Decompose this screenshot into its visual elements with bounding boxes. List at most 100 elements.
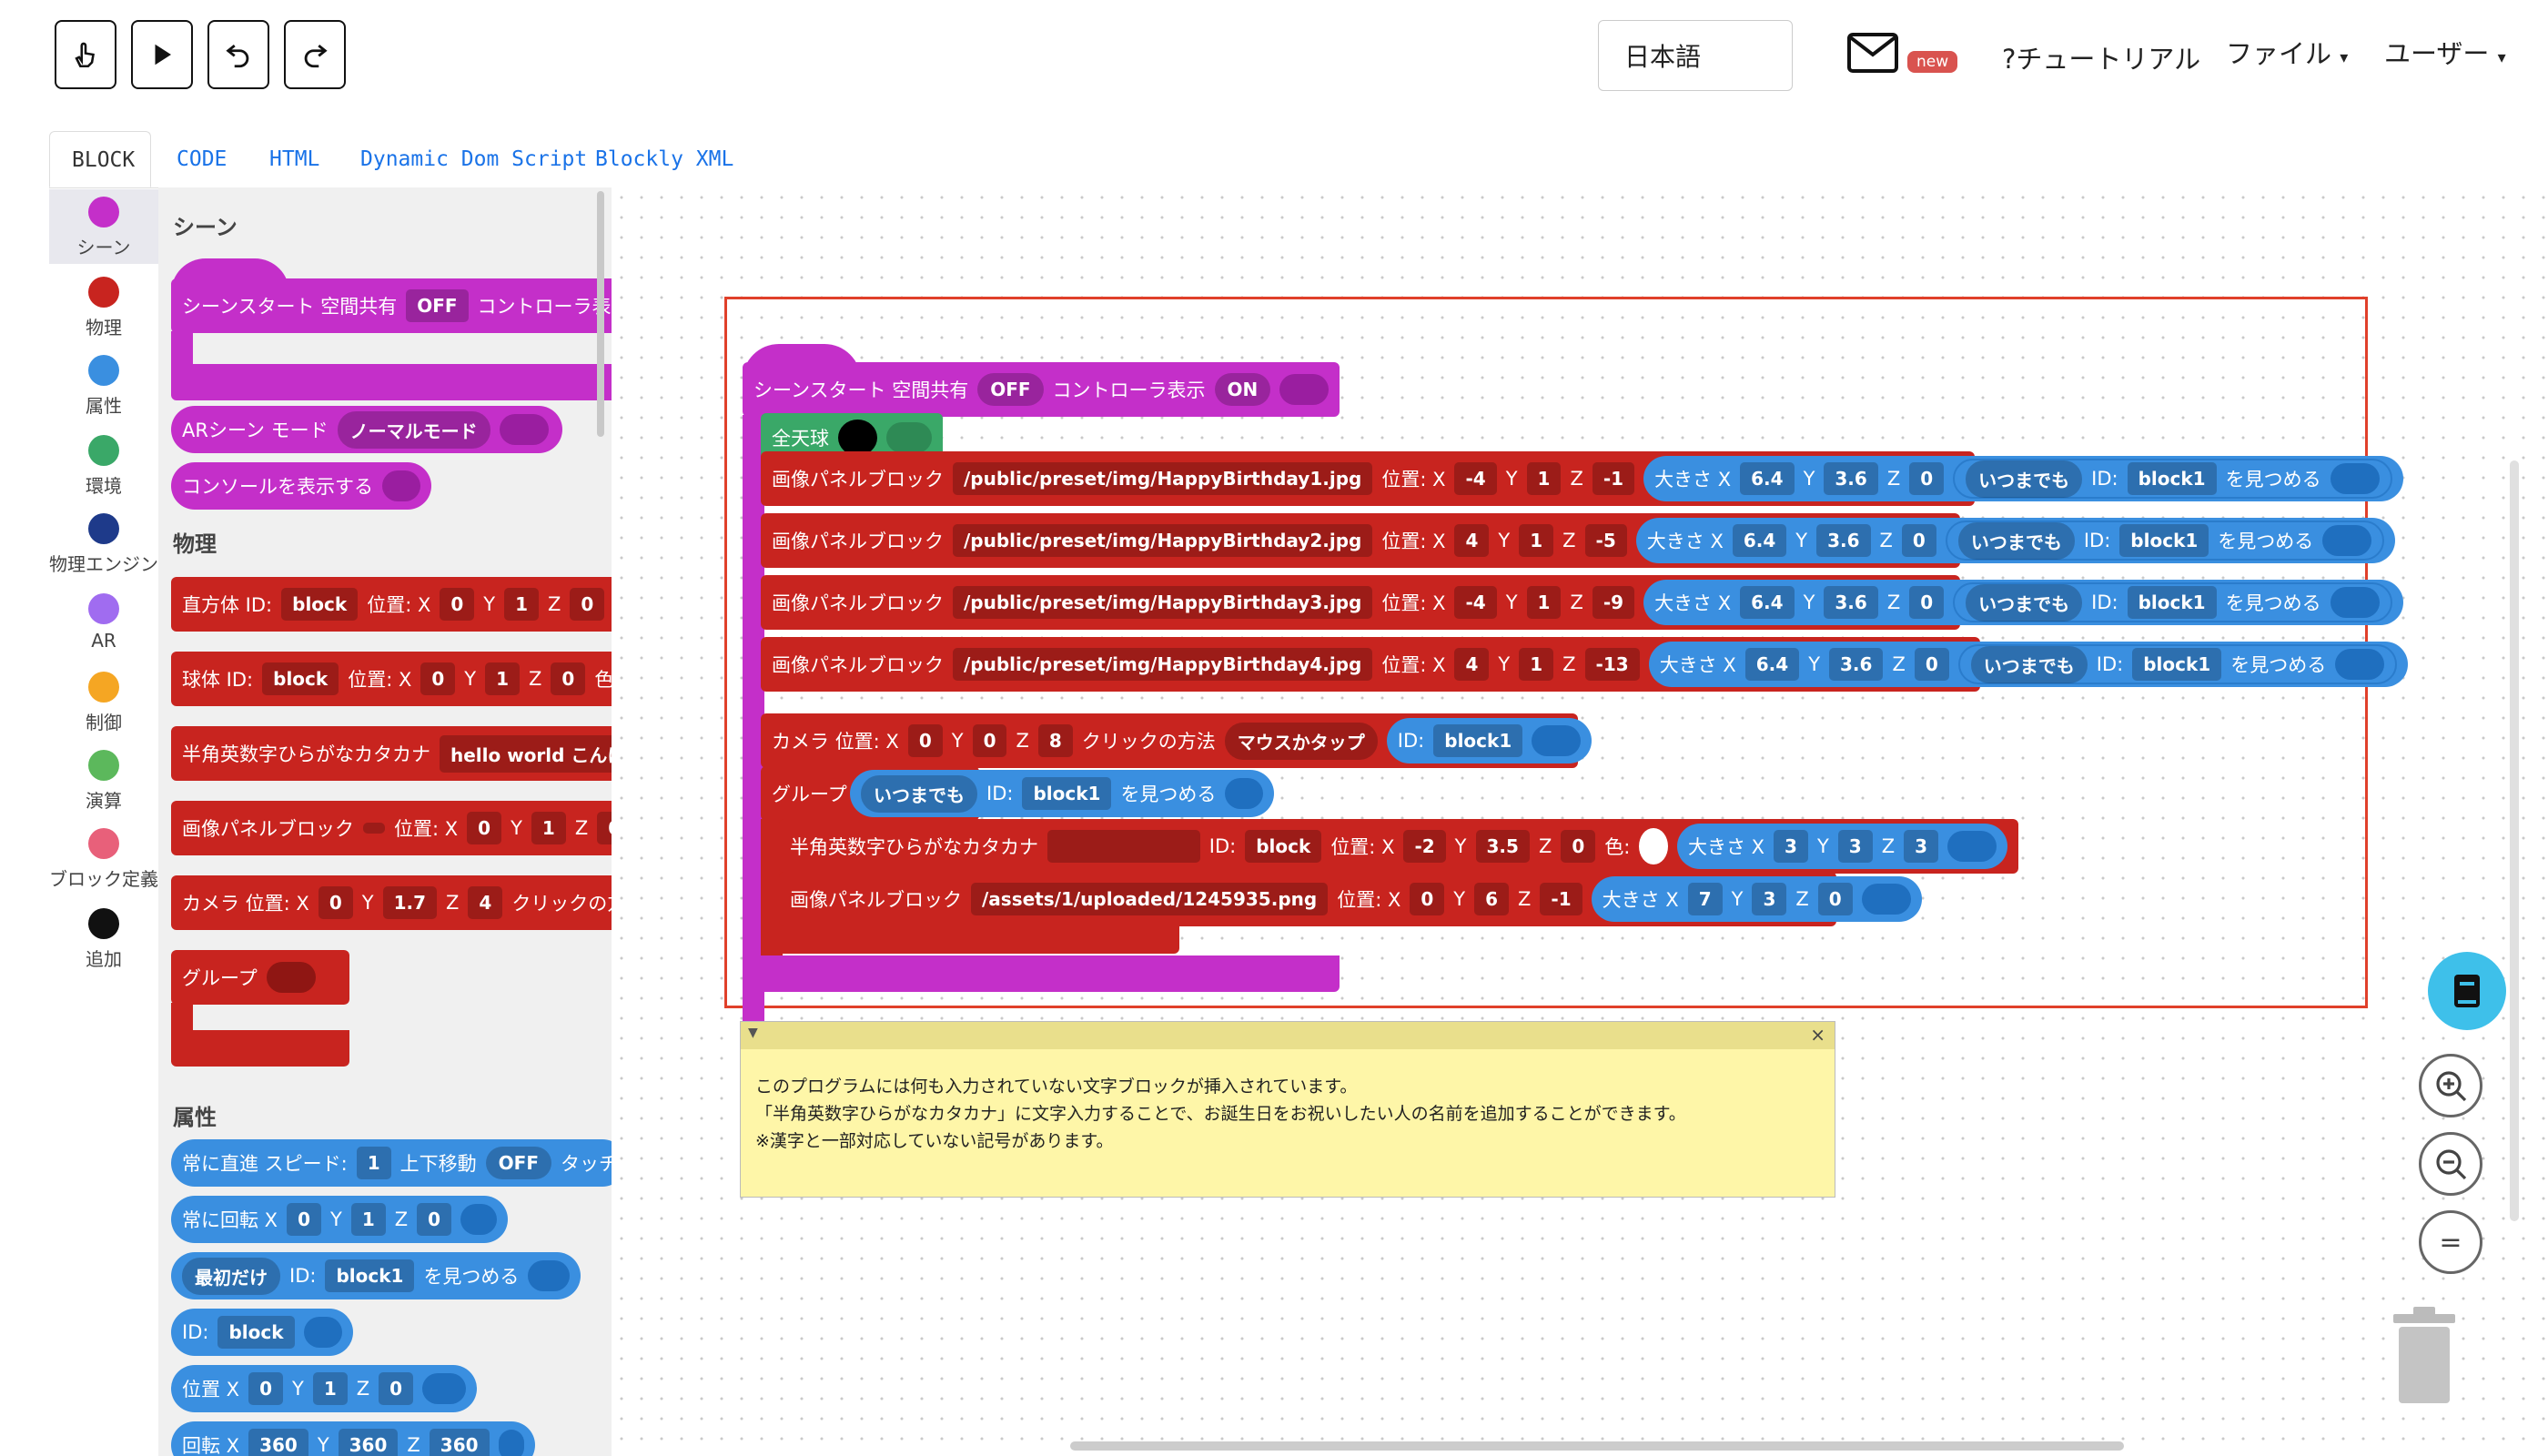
duration-dropdown[interactable]: いつまでも [1957, 521, 2075, 560]
x-field[interactable]: 4 [1454, 524, 1490, 557]
tab-block[interactable]: BLOCK [49, 131, 151, 187]
trash-can[interactable] [2390, 1307, 2459, 1407]
image-panel-block[interactable]: 画像パネルブロック位置: X0Y1Z0 [171, 801, 612, 855]
category-physics[interactable]: 物理 [49, 277, 158, 339]
text-block[interactable]: 半角英数字ひらがなカタカナhello world こんにちは [171, 726, 612, 781]
category-add[interactable]: 追加 [49, 908, 158, 971]
group-look-at-pill[interactable]: いつまでも ID: block1 を見つめる [850, 770, 1274, 817]
redo-button[interactable] [284, 20, 346, 89]
target-id-field[interactable]: block1 [2127, 462, 2217, 495]
z-field[interactable]: -9 [1592, 586, 1635, 619]
user-menu[interactable]: ユーザー ▾ [2384, 33, 2506, 71]
size-look-pill[interactable]: 大きさ X 6.4 Y 3.6 Z 0 いつまでも ID: block1 を見つめる [1635, 518, 2396, 563]
image-path-field[interactable]: /public/preset/img/HappyBirthday4.jpg [953, 648, 1373, 681]
y-field[interactable]: 1 [1519, 524, 1554, 557]
size-y-field[interactable]: 3.6 [1829, 648, 1884, 681]
look-at-pill[interactable]: いつまでも ID: block1 を見つめる [1945, 521, 2385, 561]
comment-note[interactable]: ▼ × このプログラムには何も入力されていない文字ブロックが挿入されています。 … [740, 1021, 1835, 1198]
flyout-scrollbar[interactable] [597, 191, 604, 437]
tab-blockly-xml[interactable]: Blockly XML [595, 131, 733, 187]
x-field[interactable]: -4 [1454, 586, 1497, 619]
category-attribute[interactable]: 属性 [49, 355, 158, 418]
text-size-pill[interactable]: 大きさ X3Y3Z3 [1676, 824, 2007, 869]
workspace-horizontal-scrollbar[interactable] [1070, 1441, 2124, 1451]
category-math[interactable]: 演算 [49, 750, 158, 813]
category-environment[interactable]: 環境 [49, 435, 158, 498]
ar-scene-block[interactable]: ARシーン モード ノーマルモード [171, 406, 562, 453]
size-look-pill[interactable]: 大きさ X 6.4 Y 3.6 Z 0 いつまでも ID: block1 を見つめる [1643, 580, 2403, 625]
language-select[interactable]: 日本語 [1598, 20, 1793, 91]
zoom-in-button[interactable] [2419, 1054, 2482, 1117]
scene-start-block[interactable]: シーンスタート 空間共有OFFコントローラ表示 [171, 278, 612, 333]
size-look-pill[interactable]: 大きさ X 6.4 Y 3.6 Z 0 いつまでも ID: block1 を見つめる [1648, 642, 2409, 687]
camera-block[interactable]: カメラ 位置: X0Y1.7Z4クリックの方法 [171, 875, 612, 930]
y-field[interactable]: 1 [1519, 648, 1554, 681]
z-field[interactable]: -13 [1584, 648, 1640, 681]
z-field[interactable]: -1 [1592, 462, 1635, 495]
look-at-pill[interactable]: いつまでも ID: block1 を見つめる [1957, 644, 2398, 684]
toggle[interactable] [2330, 463, 2380, 494]
duration-dropdown[interactable]: いつまでも [1966, 460, 2083, 498]
target-id-field[interactable]: block1 [2132, 648, 2222, 681]
category-ar[interactable]: AR [49, 593, 158, 652]
book-button[interactable] [2428, 952, 2506, 1030]
image-path-field[interactable]: /public/preset/img/HappyBirthday2.jpg [953, 524, 1373, 557]
category-scene[interactable]: シーン [49, 189, 158, 264]
category-control[interactable]: 制御 [49, 672, 158, 734]
text-block[interactable]: 半角英数字ひらがなカタカナ ID: block 位置: X -2 Y 3.5 Z 0 色: 大きさ… [779, 819, 2018, 874]
camera-block[interactable]: カメラ 位置: X 0 Y 0 Z 8 クリックの方法 マウスかタップ ID: block1 [761, 713, 1592, 768]
close-icon[interactable]: × [1810, 1024, 1825, 1046]
always-rotate-block[interactable]: 常に回転 X0Y1Z0 [171, 1196, 508, 1243]
tab-dynamic-dom-script[interactable]: Dynamic Dom Script [360, 131, 587, 187]
tab-code[interactable]: CODE [177, 131, 227, 187]
target-id-field[interactable]: block1 [2119, 524, 2209, 557]
scene-start-block[interactable]: シーンスタート 空間共有 OFF コントローラ表示 ON [743, 362, 1340, 417]
camera-target-pill[interactable]: ID: block1 [1386, 718, 1592, 763]
rotation-block[interactable]: 回転 X 360 Y 360 Z 360 [171, 1421, 535, 1456]
y-field[interactable]: 1 [1526, 462, 1562, 495]
duration-dropdown[interactable]: いつまでも [1966, 583, 2083, 622]
duration-dropdown[interactable]: いつまでも [1970, 645, 2088, 683]
image-panel-block[interactable]: 画像パネルブロック/public/preset/img/HappyBirthda… [761, 575, 2403, 630]
size-z-field[interactable]: 0 [1909, 586, 1945, 619]
image-path-field[interactable]: /public/preset/img/HappyBirthday3.jpg [953, 586, 1373, 619]
size-x-field[interactable]: 6.4 [1740, 586, 1795, 619]
toggle[interactable] [2330, 587, 2380, 618]
position-block[interactable]: 位置 X0Y1Z0 [171, 1365, 477, 1412]
look-at-pill[interactable]: いつまでも ID: block1 を見つめる [1953, 459, 2392, 499]
image-panel-block[interactable]: 画像パネルブロック/public/preset/img/HappyBirthda… [761, 513, 2396, 568]
cube-block[interactable]: 直方体 ID:block位置: X0Y1Z0色: [171, 577, 612, 632]
workspace-vertical-scrollbar[interactable] [2510, 460, 2519, 1221]
size-z-field[interactable]: 0 [1914, 648, 1949, 681]
size-y-field[interactable]: 3.6 [1824, 462, 1878, 495]
select-tool-button[interactable] [55, 20, 116, 89]
toggle[interactable] [2322, 525, 2372, 556]
undo-button[interactable] [207, 20, 269, 89]
collapse-triangle-icon[interactable]: ▼ [748, 1026, 758, 1040]
size-y-field[interactable]: 3.6 [1824, 586, 1878, 619]
y-field[interactable]: 1 [1526, 586, 1562, 619]
toggle[interactable] [2335, 649, 2385, 680]
category-block-definition[interactable]: ブロック定義 [49, 828, 158, 891]
tutorial-link[interactable]: ?チュートリアル [2002, 38, 2200, 76]
zoom-reset-button[interactable]: = [2419, 1210, 2482, 1274]
size-z-field[interactable]: 0 [1901, 524, 1936, 557]
x-field[interactable]: -4 [1454, 462, 1497, 495]
play-button[interactable] [131, 20, 193, 89]
sphere-block[interactable]: 球体 ID:block位置: X0Y1Z0色: [171, 652, 612, 706]
file-menu[interactable]: ファイル ▾ [2226, 33, 2348, 71]
always-forward-block[interactable]: 常に直進 スピード: 1 上下移動 OFF タッチ [171, 1139, 612, 1187]
size-look-pill[interactable]: 大きさ X 6.4 Y 3.6 Z 0 いつまでも ID: block1 を見つめる [1643, 456, 2403, 501]
zoom-out-button[interactable] [2419, 1132, 2482, 1196]
size-y-field[interactable]: 3.6 [1816, 524, 1871, 557]
target-id-field[interactable]: block1 [2127, 586, 2217, 619]
image-panel-block-2[interactable]: 画像パネルブロック/assets/1/uploaded/1245935.png 位… [779, 872, 1922, 926]
image-path-field[interactable]: /public/preset/img/HappyBirthday1.jpg [953, 462, 1373, 495]
image-panel-block[interactable]: 画像パネルブロック/public/preset/img/HappyBirthda… [761, 637, 2409, 692]
size-x-field[interactable]: 6.4 [1732, 524, 1787, 557]
look-at-block[interactable]: 最初だけ ID: block1 を見つめる [171, 1252, 581, 1299]
look-at-pill[interactable]: いつまでも ID: block1 を見つめる [1953, 582, 2392, 622]
group-block[interactable]: グループ [171, 950, 349, 1005]
category-physics-engine[interactable]: 物理エンジン [49, 513, 158, 576]
z-field[interactable]: -5 [1584, 524, 1627, 557]
